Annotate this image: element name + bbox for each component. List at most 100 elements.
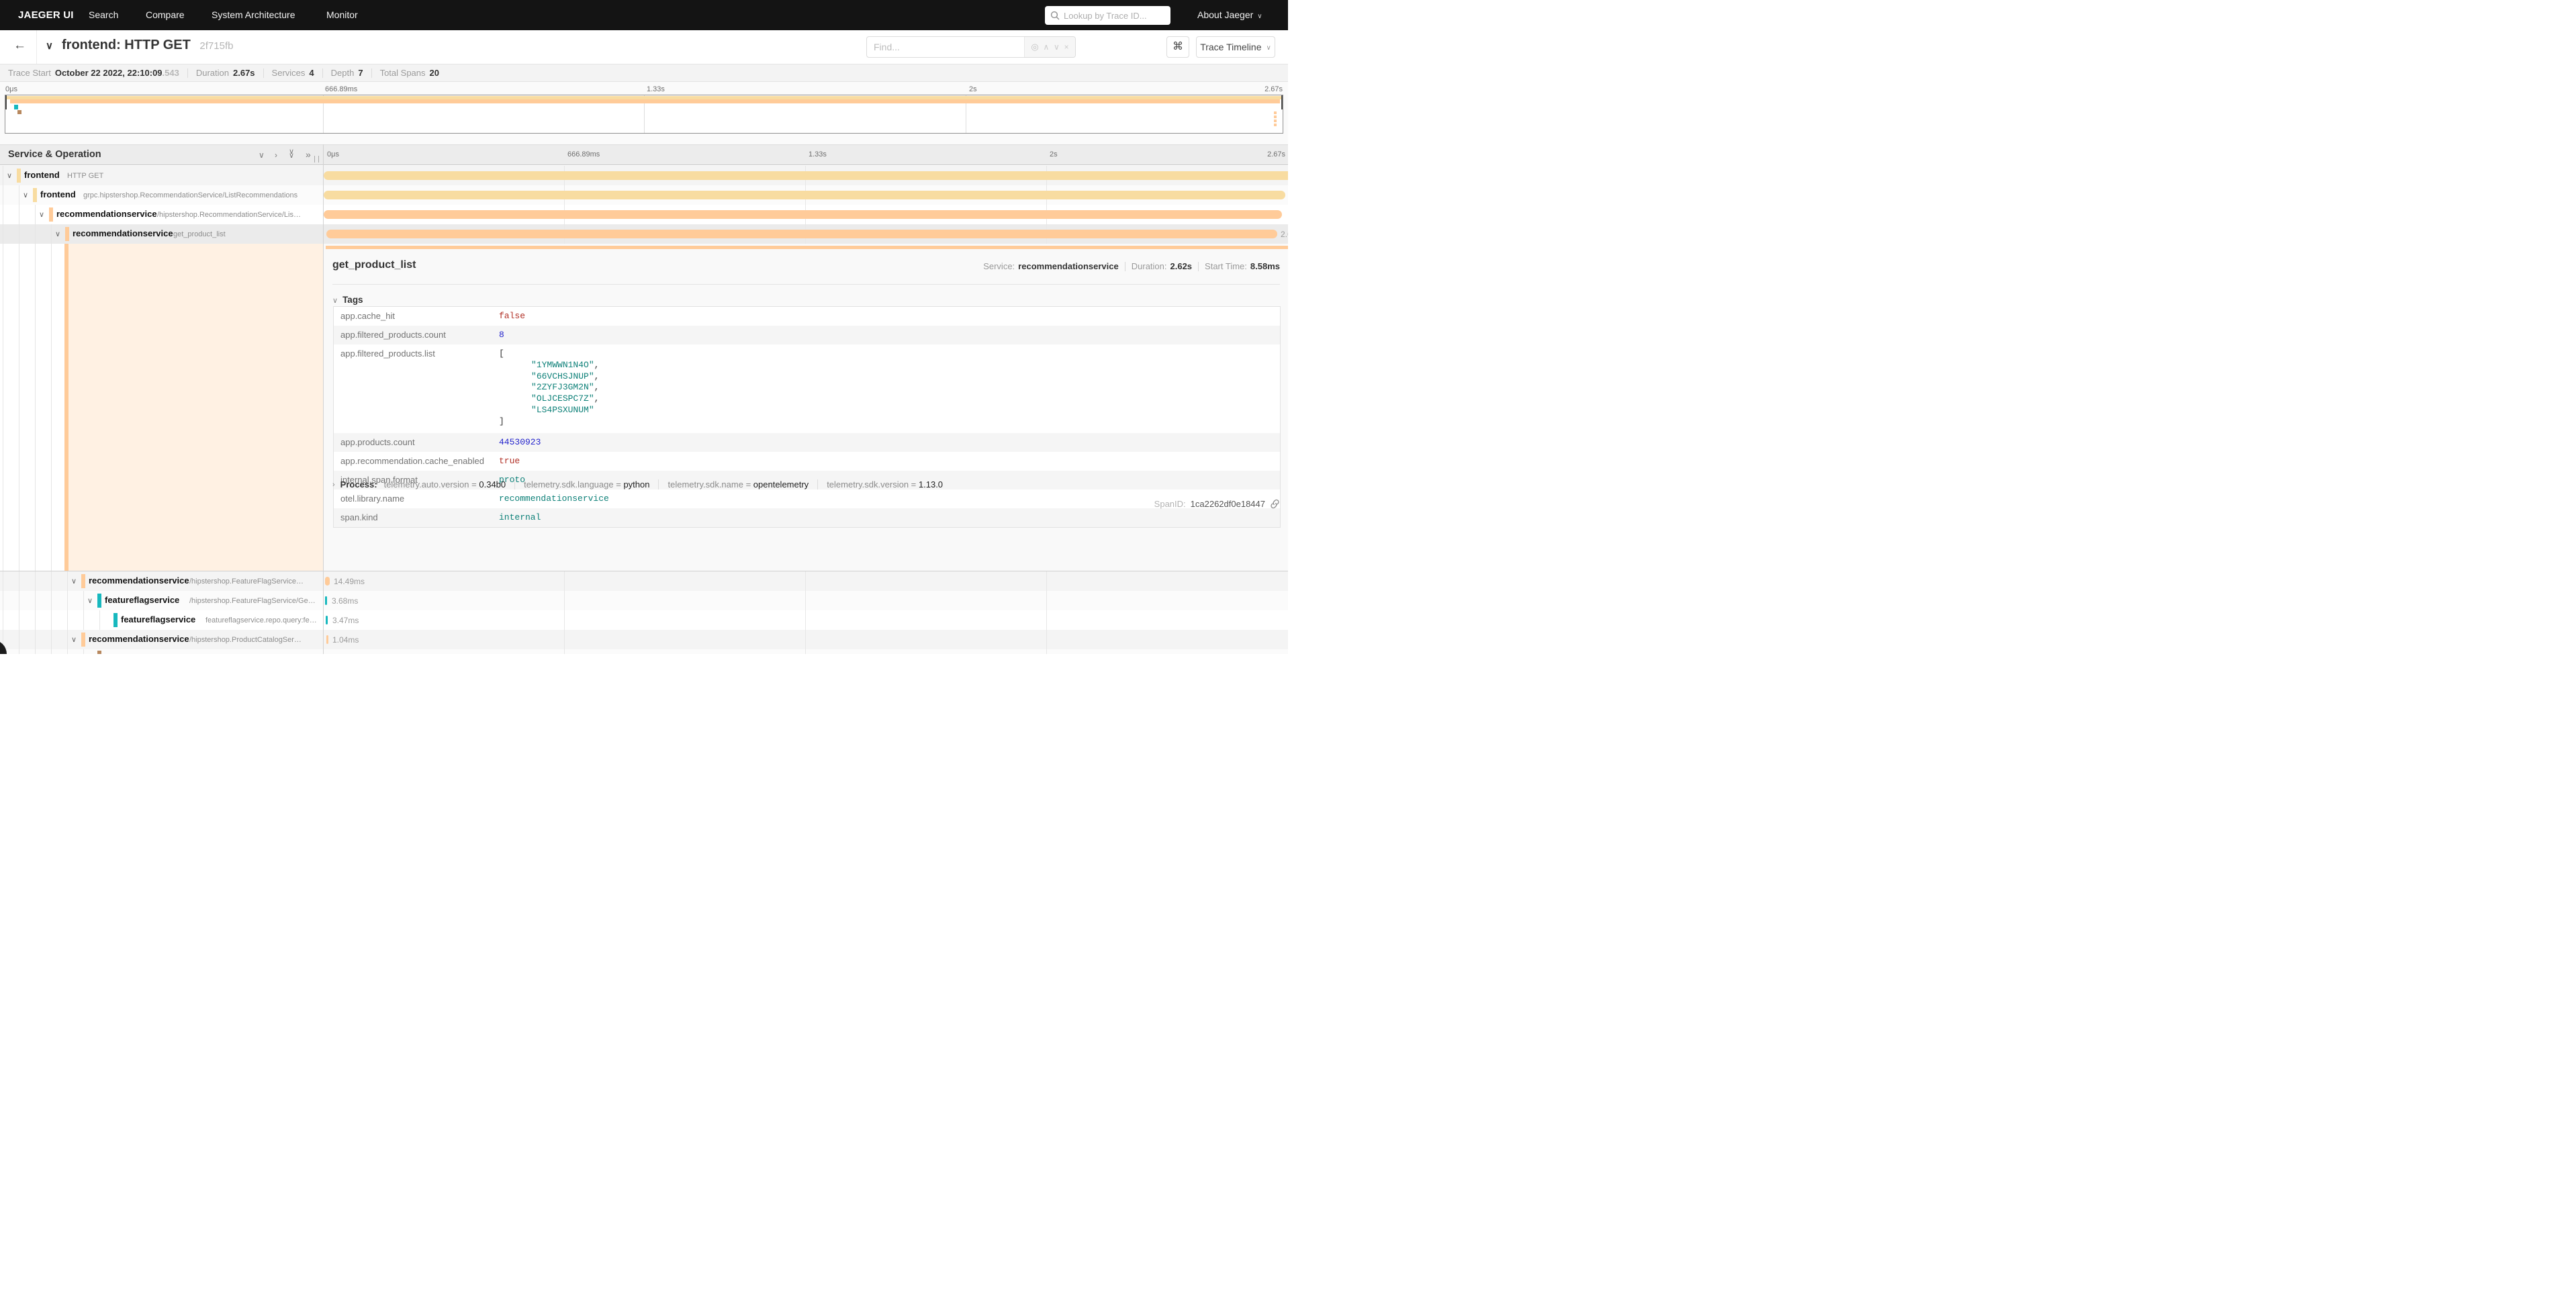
span-bar[interactable]	[326, 635, 328, 644]
collapse-span-icon[interactable]: ∨	[23, 191, 28, 199]
tag-value: internal	[499, 508, 541, 522]
detail-span-bar-strip	[326, 246, 1288, 249]
span-service-name: featureflagservice	[121, 614, 195, 624]
tags-section-toggle[interactable]: ∨Tags	[332, 295, 363, 305]
link-icon[interactable]	[1270, 499, 1280, 509]
column-resize-handle[interactable]	[314, 156, 319, 162]
tag-row: app.products.count 44530923	[334, 433, 1280, 452]
service-label: Service:	[983, 261, 1015, 271]
minimap-late-span	[1274, 124, 1277, 126]
tag-value: true	[499, 452, 520, 466]
span-row-get-product-list[interactable]: ∨ recommendationservice get_product_list…	[0, 224, 1288, 244]
nav-item-system-architecture[interactable]: System Architecture	[212, 0, 295, 30]
clear-find-icon[interactable]: ×	[1064, 42, 1069, 52]
span-service-name: recommendationservice	[89, 634, 189, 644]
service-value: recommendationservice	[1018, 261, 1119, 271]
duration-label: Duration	[196, 68, 229, 78]
tag-row: app.filtered_products.list [ "1YMWWN1N4O…	[334, 344, 1280, 433]
tag-row: app.recommendation.cache_enabled true	[334, 452, 1280, 471]
span-operation-name: featureflagservice.repo.query:fe…	[205, 616, 317, 624]
keyboard-shortcuts-button[interactable]: ⌘	[1166, 36, 1189, 58]
span-bar[interactable]	[324, 171, 1288, 180]
minimap-span-productcatalog	[17, 110, 21, 114]
process-section-toggle[interactable]: › Process: telemetry.auto.version = 0.34…	[332, 479, 943, 489]
timeline-columns-header: Service & Operation ∨ › ∨∨ » 0μs 666.89m…	[0, 144, 1288, 165]
span-row-frontend-grpc[interactable]: ∨ frontend grpc.hipstershop.Recommendati…	[0, 185, 1288, 205]
find-input[interactable]: Find...	[867, 37, 1024, 57]
minimap-canvas[interactable]	[5, 95, 1283, 134]
trace-start-label: Trace Start	[8, 68, 51, 78]
service-color-chip	[113, 613, 118, 627]
trace-id: 2f715fb	[199, 40, 233, 52]
span-row-featureflag-grpc[interactable]: ∨ featureflagservice /hipstershop.Featur…	[0, 591, 1288, 610]
chevron-right-icon: ›	[332, 481, 335, 489]
span-service-name: featureflagservice	[105, 595, 179, 605]
span-service-name: recommendationservice	[73, 228, 173, 238]
span-bar[interactable]	[324, 191, 1285, 199]
minimap-right-scrubber[interactable]	[1281, 95, 1283, 109]
trace-view-selector[interactable]: Trace Timeline ∨	[1196, 36, 1275, 58]
span-operation-name: /hipstershop.FeatureFlagService…	[189, 577, 304, 586]
tag-row: app.cache_hit false	[334, 307, 1280, 326]
tag-key: app.recommendation.cache_enabled	[334, 452, 499, 466]
tree-timeline-divider[interactable]	[323, 144, 324, 654]
span-duration-label: 2.62s	[1281, 230, 1288, 239]
service-color-chip	[65, 227, 69, 241]
back-button[interactable]: ←	[13, 38, 26, 53]
span-row-frontend-httpget[interactable]: ∨ frontend HTTP GET	[0, 166, 1288, 185]
collapse-one-icon[interactable]: ∨	[259, 150, 265, 160]
collapse-span-icon[interactable]: ∨	[7, 171, 12, 180]
about-jaeger-menu[interactable]: About Jaeger∨	[1197, 0, 1262, 32]
span-detail-panel: get_product_list Service:recommendations…	[324, 244, 1288, 571]
tag-key: app.cache_hit	[334, 307, 499, 321]
service-color-chip	[97, 651, 101, 654]
span-duration-label: 3.47ms	[332, 616, 359, 625]
minimap-tick: 666.89ms	[325, 85, 357, 93]
jaeger-trace-page: JAEGER UI Search Compare System Architec…	[0, 0, 1288, 654]
span-bar[interactable]	[326, 230, 1277, 238]
trace-minimap: 0μs 666.89ms 1.33s 2s 2.67s	[0, 82, 1288, 144]
services-value: 4	[309, 68, 314, 78]
jaeger-logo[interactable]: JAEGER UI	[18, 0, 74, 30]
tag-key: app.filtered_products.count	[334, 326, 499, 340]
span-row-partial[interactable]	[0, 649, 1288, 654]
span-service-name: recommendationservice	[89, 575, 189, 586]
nav-item-compare[interactable]: Compare	[146, 0, 185, 30]
nav-item-search[interactable]: Search	[89, 0, 118, 30]
span-service-name: recommendationservice	[56, 209, 157, 219]
collapse-span-icon[interactable]: ∨	[87, 596, 93, 605]
span-row-recommendation-featureflag[interactable]: ∨ recommendationservice /hipstershop.Fea…	[0, 571, 1288, 591]
expand-all-icon[interactable]: »	[306, 149, 311, 160]
service-color-chip	[33, 188, 37, 202]
previous-match-icon[interactable]: ∧	[1043, 42, 1049, 52]
minimap-left-scrubber[interactable]	[5, 95, 7, 109]
span-row-recommendation-grpc[interactable]: ∨ recommendationservice /hipstershop.Rec…	[0, 205, 1288, 224]
collapse-span-icon[interactable]: ∨	[71, 635, 77, 644]
depth-label: Depth	[331, 68, 355, 78]
span-row-recommendation-productcatalog[interactable]: ∨ recommendationservice /hipstershop.Pro…	[0, 630, 1288, 649]
span-id-value: 1ca2262df0e18447	[1191, 499, 1265, 509]
nav-item-monitor[interactable]: Monitor	[326, 0, 358, 30]
timeline-tick: 2.67s	[1267, 150, 1285, 158]
timeline-tick: 0μs	[327, 150, 339, 158]
collapse-span-icon[interactable]: ∨	[55, 230, 60, 238]
timeline-tick: 1.33s	[809, 150, 827, 158]
focus-match-icon[interactable]: ◎	[1031, 42, 1038, 52]
span-row-featureflag-repo-query[interactable]: featureflagservice featureflagservice.re…	[0, 610, 1288, 630]
collapse-span-icon[interactable]: ∨	[71, 577, 77, 586]
span-bar[interactable]	[325, 596, 327, 605]
collapse-span-icon[interactable]: ∨	[39, 210, 44, 219]
trace-id-lookup-input[interactable]: Lookup by Trace ID...	[1045, 6, 1170, 25]
span-bar[interactable]	[326, 616, 328, 624]
detail-left-gutter	[0, 244, 323, 571]
chevron-down-icon: ∨	[1266, 44, 1271, 52]
span-bar[interactable]	[324, 210, 1282, 219]
expand-one-icon[interactable]: ›	[275, 150, 277, 160]
next-match-icon[interactable]: ∨	[1054, 42, 1060, 52]
collapse-all-icon[interactable]: ∨∨	[289, 150, 294, 158]
trace-summary-bar: Trace Start October 22 2022, 22:10:09.54…	[0, 64, 1288, 82]
chevron-down-icon: ∨	[1257, 13, 1262, 20]
start-time-label: Start Time:	[1205, 261, 1247, 271]
collapse-trace-title-icon[interactable]: ∨	[46, 40, 53, 52]
span-bar[interactable]	[325, 577, 330, 586]
